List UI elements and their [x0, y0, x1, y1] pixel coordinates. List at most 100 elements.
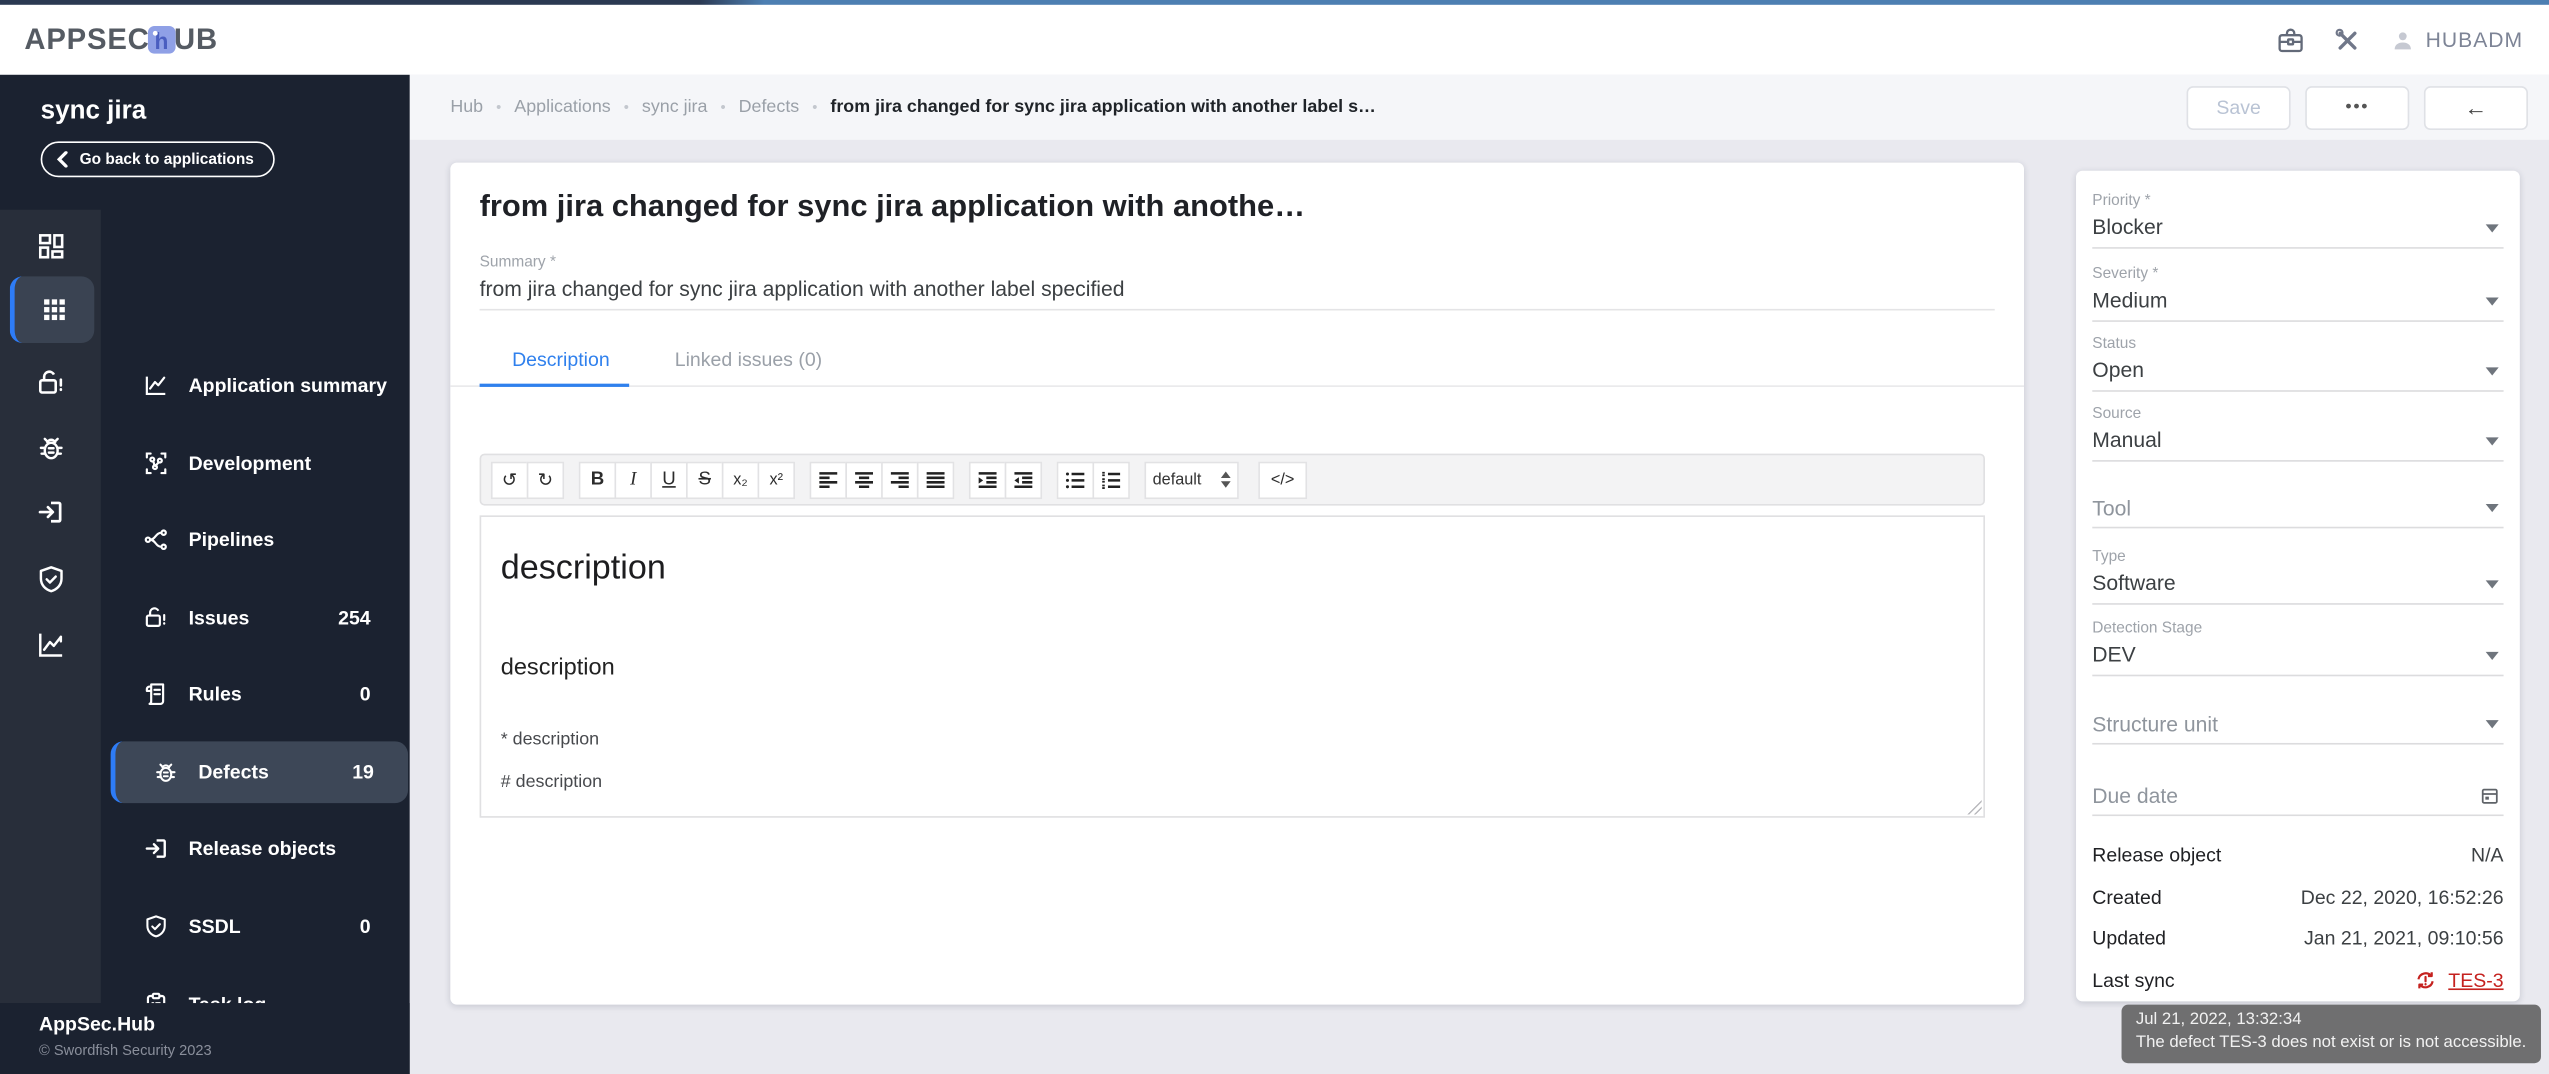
- align-left-button[interactable]: [810, 461, 847, 498]
- editor-heading1: description: [501, 549, 666, 588]
- icon-rail: [0, 210, 101, 1003]
- structure-unit-field[interactable]: Structure unit: [2092, 712, 2503, 736]
- resize-grip[interactable]: [1967, 800, 1982, 815]
- status-field[interactable]: Status Open: [2092, 335, 2503, 382]
- detection-stage-label: Detection Stage: [2092, 619, 2503, 637]
- pipeline-icon: [143, 527, 169, 553]
- unlock-alert-icon: [143, 605, 169, 631]
- rail-release-objects-icon[interactable]: [0, 480, 101, 545]
- chevron-down-icon: [2486, 720, 2499, 728]
- sidebar-item-ssdl[interactable]: SSDL 0: [101, 896, 410, 958]
- status-label: Status: [2092, 335, 2503, 353]
- subscript-button[interactable]: x₂: [722, 461, 759, 498]
- item-count: 254: [338, 606, 371, 629]
- breadcrumb-app[interactable]: sync jira: [642, 98, 708, 118]
- calendar-icon[interactable]: [2479, 785, 2500, 806]
- superscript-button[interactable]: x²: [758, 461, 795, 498]
- rail-dashboard-icon[interactable]: [0, 213, 101, 278]
- strikethrough-button[interactable]: S: [686, 461, 723, 498]
- numbered-list-button[interactable]: [1092, 461, 1129, 498]
- italic-button[interactable]: I: [615, 461, 652, 498]
- sidebar-item-rules[interactable]: Rules 0: [101, 663, 410, 725]
- indent-button[interactable]: [969, 461, 1006, 498]
- summary-label: Summary *: [480, 254, 556, 272]
- editor-toolbar: ↺ ↻ B I U S x₂ x²: [480, 454, 1985, 506]
- sidebar: sync jira Go back to applications: [0, 75, 410, 1074]
- rail-metrics-icon[interactable]: [0, 611, 101, 676]
- sidebar-item-application-summary[interactable]: Application summary: [101, 354, 410, 416]
- type-field[interactable]: Type Software: [2092, 548, 2503, 595]
- paragraph-format-select[interactable]: default: [1144, 461, 1238, 498]
- severity-value: Medium: [2092, 288, 2503, 312]
- tab-linked-issues[interactable]: Linked issues (0): [642, 338, 855, 390]
- align-right-button[interactable]: [881, 461, 918, 498]
- tooltip-message: The defect TES-3 does not exist or is no…: [2136, 1033, 2526, 1056]
- detection-stage-value: DEV: [2092, 642, 2503, 666]
- priority-value: Blocker: [2092, 215, 2503, 239]
- tab-description[interactable]: Description: [480, 338, 643, 390]
- updated-label: Updated: [2092, 927, 2166, 950]
- source-field[interactable]: Source Manual: [2092, 405, 2503, 452]
- more-actions-button[interactable]: •••: [2305, 85, 2409, 129]
- rail-apps-grid-icon[interactable]: [10, 276, 95, 343]
- align-justify-button[interactable]: [917, 461, 954, 498]
- code-view-button[interactable]: </>: [1258, 461, 1307, 498]
- sidebar-item-pipelines[interactable]: Pipelines: [101, 509, 410, 571]
- detection-stage-field[interactable]: Detection Stage DEV: [2092, 619, 2503, 666]
- tool-field[interactable]: Tool: [2092, 496, 2503, 520]
- briefcase-icon[interactable]: [2276, 25, 2305, 54]
- priority-field[interactable]: Priority * Blocker: [2092, 192, 2503, 239]
- description-editor[interactable]: description description * description # …: [480, 515, 1985, 817]
- sync-issue-link[interactable]: TES-3: [2448, 969, 2503, 992]
- chevron-down-icon: [2486, 652, 2499, 660]
- sidebar-item-issues[interactable]: Issues 254: [101, 587, 410, 649]
- structure-unit-placeholder: Structure unit: [2092, 712, 2503, 736]
- chevron-down-icon: [2486, 580, 2499, 588]
- footer-copyright: © Swordfish Security 2023: [39, 1042, 212, 1058]
- save-button[interactable]: Save: [2187, 85, 2291, 129]
- username: HUBADM: [2426, 28, 2523, 52]
- underline-button[interactable]: U: [650, 461, 687, 498]
- app-window: APPSEC h UB HUBADM Hub • Applications • sy…: [0, 0, 2549, 1074]
- rail-issues-icon[interactable]: [0, 350, 101, 415]
- severity-field[interactable]: Severity * Medium: [2092, 265, 2503, 312]
- bug-icon: [153, 759, 179, 785]
- summary-input[interactable]: from jira changed for sync jira applicat…: [480, 276, 1125, 300]
- breadcrumb-hub[interactable]: Hub: [450, 98, 483, 118]
- sync-error-tooltip: Jul 21, 2022, 13:32:34 The defect TES-3 …: [2121, 1005, 2541, 1063]
- chevron-down-icon: [2486, 298, 2499, 306]
- source-value: Manual: [2092, 428, 2503, 452]
- sidebar-item-defects[interactable]: Defects 19: [111, 741, 409, 803]
- sidebar-item-release-objects[interactable]: Release objects: [101, 818, 410, 880]
- due-date-field[interactable]: Due date: [2092, 784, 2503, 808]
- align-center-button[interactable]: [845, 461, 882, 498]
- branch-icon: [143, 450, 169, 476]
- app-logo[interactable]: APPSEC h UB: [24, 23, 218, 57]
- rail-ssdl-icon[interactable]: [0, 546, 101, 611]
- bullet-list-button[interactable]: [1057, 461, 1094, 498]
- sidebar-item-development[interactable]: Development: [101, 432, 410, 494]
- rail-defects-icon[interactable]: [0, 415, 101, 480]
- created-label: Created: [2092, 886, 2161, 909]
- breadcrumb-applications[interactable]: Applications: [514, 98, 610, 118]
- breadcrumb-separator: •: [720, 99, 725, 115]
- chevron-down-icon: [2486, 224, 2499, 232]
- undo-button[interactable]: ↺: [491, 461, 528, 498]
- breadcrumb-defects[interactable]: Defects: [739, 98, 800, 118]
- back-button[interactable]: ←: [2424, 85, 2528, 129]
- breadcrumb-separator: •: [812, 99, 817, 115]
- logo-text-right: UB: [174, 23, 218, 57]
- tools-icon[interactable]: [2333, 25, 2362, 54]
- sync-error-icon: [2414, 969, 2437, 992]
- shield-check-icon: [143, 914, 169, 940]
- redo-button[interactable]: ↻: [527, 461, 564, 498]
- outdent-button[interactable]: [1005, 461, 1042, 498]
- breadcrumb: Hub• Applications• sync jira• Defects• f…: [450, 98, 1376, 118]
- bold-button[interactable]: B: [579, 461, 616, 498]
- go-back-to-applications-button[interactable]: Go back to applications: [41, 141, 275, 177]
- type-label: Type: [2092, 548, 2503, 566]
- updated-row: Updated Jan 21, 2021, 09:10:56: [2092, 927, 2503, 950]
- updated-value: Jan 21, 2021, 09:10:56: [2304, 927, 2504, 950]
- defect-card: from jira changed for sync jira applicat…: [450, 163, 2024, 1005]
- user-menu[interactable]: HUBADM: [2390, 27, 2523, 53]
